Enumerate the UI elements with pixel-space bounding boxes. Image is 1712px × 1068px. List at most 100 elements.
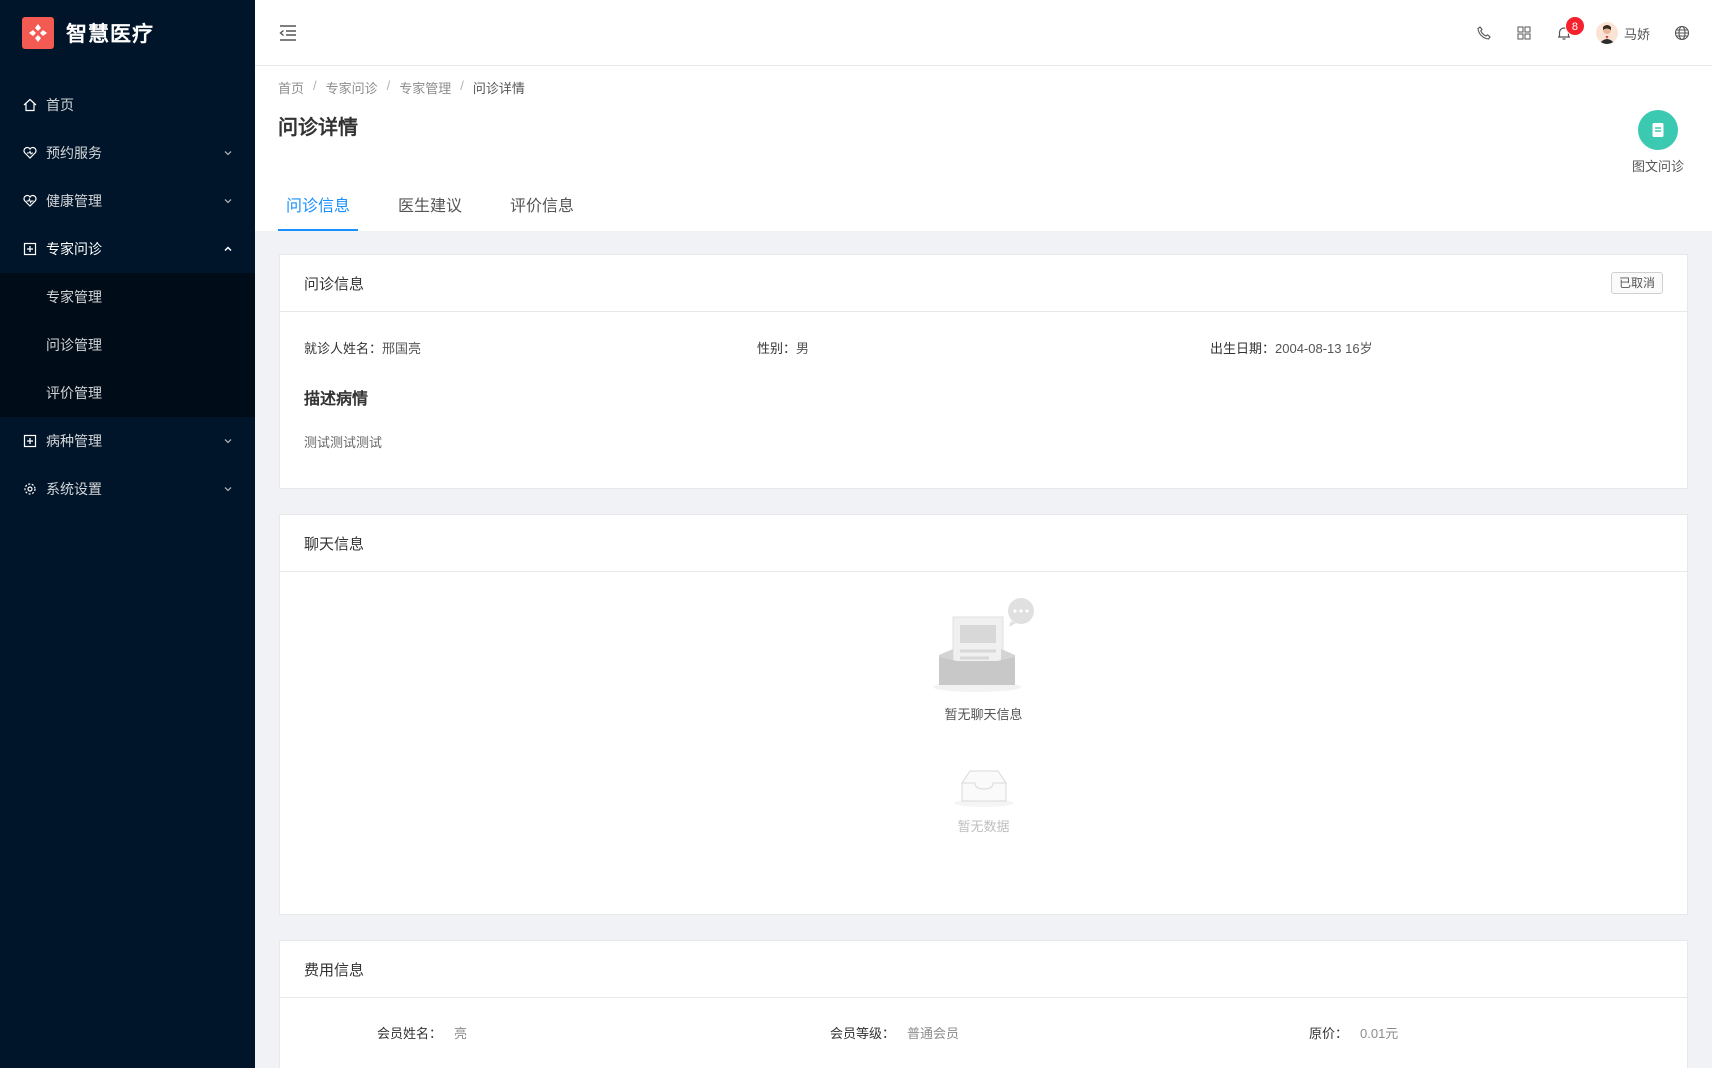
sidebar-item-label: 问诊管理 (46, 337, 102, 353)
no-data-text: 暂无数据 (957, 819, 1010, 834)
description-text: 测试测试测试 (304, 435, 383, 450)
notification-badge: 8 (1564, 16, 1585, 36)
fee-info-card: 费用信息 会员姓名： 亮 会员等级： 普通会员 原价： 0.01元 (279, 940, 1688, 1068)
consult-info-card: 问诊信息 已取消 就诊人姓名：邢国亮 性别：男 出生日期：2004-08-13 … (279, 254, 1688, 489)
hospital-cross-logo-icon (22, 17, 54, 49)
empty-inbox-icon (953, 770, 1014, 807)
member-level-field: 会员等级： 普通会员 (757, 1023, 1210, 1042)
chevron-down-icon (224, 487, 232, 492)
breadcrumb-separator: / (313, 78, 317, 93)
sidebar-item-label: 预约服务 (46, 145, 102, 161)
sidebar-item-expert-management[interactable]: 专家管理 (0, 273, 255, 321)
gear-icon (22, 481, 38, 497)
member-name-value: 亮 (454, 1026, 468, 1041)
breadcrumb-separator: / (386, 78, 391, 93)
sidebar-item-consult-management[interactable]: 问诊管理 (0, 321, 255, 369)
original-price-field: 原价： 0.01元 (1210, 1023, 1663, 1042)
grid-icon[interactable] (1504, 13, 1544, 53)
member-level-value: 普通会员 (907, 1026, 960, 1041)
bell-icon[interactable]: 8 (1544, 13, 1585, 53)
sidebar-item-label: 专家管理 (46, 289, 102, 305)
medical-box-icon (22, 241, 38, 257)
chevron-down-icon (224, 151, 232, 156)
menu-fold-icon[interactable] (278, 23, 298, 43)
user-name: 马娇 (1623, 26, 1650, 42)
submenu-expert-consult: 专家管理 问诊管理 评价管理 (0, 273, 255, 417)
sidebar-item-review-management[interactable]: 评价管理 (0, 369, 255, 417)
birth-label: 出生日期： (1210, 341, 1276, 356)
sidebar-item-appointment[interactable]: 预约服务 (0, 129, 255, 177)
gender-value: 男 (796, 341, 810, 356)
empty-chat-icon (932, 598, 1034, 692)
top-header: 8 马娇 (255, 0, 1712, 66)
breadcrumb-current: 问诊详情 (472, 81, 525, 96)
sidebar-item-label: 病种管理 (46, 433, 102, 449)
member-name-label: 会员姓名： (376, 1026, 442, 1041)
sidebar-item-label: 首页 (46, 97, 74, 113)
heart-icon (22, 145, 38, 161)
sidebar-item-label: 评价管理 (46, 385, 102, 401)
member-level-label: 会员等级： (829, 1026, 895, 1041)
header-actions: 8 马娇 (1464, 0, 1702, 66)
sidebar-item-settings[interactable]: 系统设置 (0, 465, 255, 513)
gender-field: 性别：男 (757, 338, 1210, 357)
patient-info-row: 就诊人姓名：邢国亮 性别：男 出生日期：2004-08-13 16岁 (304, 338, 1663, 357)
patient-name-field: 就诊人姓名：邢国亮 (304, 338, 757, 357)
user-menu[interactable]: 马娇 (1584, 22, 1662, 44)
empty-chat-state: 暂无聊天信息 (929, 595, 1039, 723)
app-name: 智慧医疗 (66, 23, 154, 46)
avatar (1595, 22, 1618, 44)
original-price-label: 原价： (1308, 1026, 1348, 1041)
page-header: 首页 / 专家问诊 / 专家管理 / 问诊详情 问诊详情 图文问诊 问诊信息 医… (255, 66, 1712, 231)
sidebar-item-health[interactable]: 健康管理 (0, 177, 255, 225)
chevron-up-icon (224, 246, 232, 252)
globe-icon[interactable] (1662, 13, 1702, 53)
sidebar: 智慧医疗 首页 预约服务 健康管理 专家问诊 专家管理 问诊管理 评价管理 病种… (0, 0, 255, 1068)
tabs: 问诊信息 医生建议 评价信息 (278, 187, 614, 231)
card-header: 费用信息 (280, 941, 1687, 998)
card-header: 聊天信息 (280, 515, 1687, 572)
patient-name-label: 就诊人姓名： (304, 341, 383, 356)
sidebar-item-disease[interactable]: 病种管理 (0, 417, 255, 465)
sidebar-item-home[interactable]: 首页 (0, 81, 255, 129)
sidebar-item-label: 健康管理 (46, 193, 102, 209)
card-title: 聊天信息 (304, 535, 365, 553)
card-title: 费用信息 (304, 961, 365, 979)
phone-icon[interactable] (1464, 13, 1504, 53)
consult-type-badge[interactable]: 图文问诊 (1626, 110, 1690, 175)
birth-field: 出生日期：2004-08-13 16岁 (1210, 338, 1663, 357)
home-icon (22, 97, 38, 113)
heartbeat-icon (22, 193, 38, 209)
sidebar-item-expert-consult[interactable]: 专家问诊 (0, 225, 255, 273)
logo[interactable]: 智慧医疗 (0, 0, 255, 66)
tab-review-info[interactable]: 评价信息 (502, 187, 582, 231)
breadcrumb-item[interactable]: 专家问诊 (326, 78, 378, 97)
chevron-down-icon (224, 199, 232, 204)
empty-chat-text: 暂无聊天信息 (944, 707, 1023, 722)
chevron-down-icon (224, 439, 232, 444)
breadcrumb-separator: / (460, 78, 464, 93)
medical-box-icon (22, 433, 38, 449)
tab-doctor-advice[interactable]: 医生建议 (390, 187, 470, 231)
original-price-value: 0.01元 (1360, 1026, 1399, 1041)
no-data-state: 暂无数据 (952, 765, 1016, 835)
breadcrumb-item[interactable]: 首页 (278, 78, 304, 97)
sidebar-item-label: 专家问诊 (46, 241, 102, 257)
gender-label: 性别： (757, 341, 797, 356)
sidebar-item-label: 系统设置 (46, 481, 102, 497)
description-title: 描述病情 (304, 391, 369, 408)
consult-type-label: 图文问诊 (1631, 159, 1684, 174)
breadcrumb-item[interactable]: 专家管理 (399, 78, 451, 97)
status-badge: 已取消 (1610, 272, 1663, 294)
patient-name-value: 邢国亮 (382, 341, 422, 356)
card-title: 问诊信息 (304, 275, 365, 293)
card-header: 问诊信息 已取消 (280, 255, 1687, 312)
fee-row: 会员姓名： 亮 会员等级： 普通会员 原价： 0.01元 (304, 1023, 1663, 1042)
chat-info-card: 聊天信息 暂无聊天信息 暂无数据 (279, 514, 1688, 915)
birth-value: 2004-08-13 16岁 (1275, 341, 1373, 356)
tab-consult-info[interactable]: 问诊信息 (278, 187, 359, 231)
member-name-field: 会员姓名： 亮 (304, 1023, 757, 1042)
sidebar-menu: 首页 预约服务 健康管理 专家问诊 专家管理 问诊管理 评价管理 病种管理 系统… (0, 81, 255, 513)
page-title: 问诊详情 (278, 117, 358, 139)
document-icon (1638, 110, 1678, 150)
